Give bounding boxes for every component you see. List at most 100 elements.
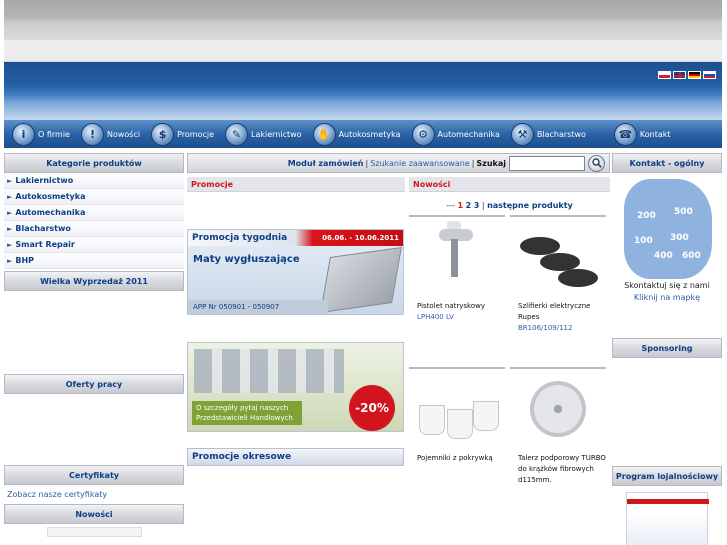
spray-gun-image	[409, 219, 505, 293]
disc-shape	[530, 381, 586, 437]
main-content: Moduł zamówień | Szukanie zaawansowane |…	[187, 153, 610, 545]
regions-map[interactable]: 200 500 100 300 400 600 Skontaktuj się z…	[612, 173, 722, 303]
product-title: Szlifierki elektryczne Rupes	[518, 302, 591, 321]
discount-badge: -20%	[349, 385, 395, 431]
loyalty-brochure-image[interactable]	[626, 492, 709, 545]
promotions-header: Promocje	[187, 177, 405, 192]
contact-header: Kontakt - ogólny	[612, 153, 722, 173]
jobs-header[interactable]: Oferty pracy	[4, 374, 184, 394]
region-label[interactable]: 200	[637, 211, 656, 221]
region-label[interactable]: 300	[670, 233, 689, 243]
hand-icon: ✋	[312, 122, 336, 146]
category-item-bhp[interactable]: ► BHP	[4, 253, 184, 269]
search-input[interactable]	[509, 155, 585, 171]
nav-item-promocje[interactable]: $ Promocje	[151, 120, 214, 148]
category-item-blacharstwo[interactable]: ► Blacharstwo	[4, 221, 184, 237]
mat-product-image	[320, 246, 402, 314]
product-card[interactable]: Szlifierki elektryczne Rupes BR106/109/1…	[510, 215, 606, 367]
page-link-3[interactable]: 3	[474, 201, 480, 210]
week-promo-code: APP Nr 050901 - 050907	[188, 300, 328, 314]
nav-label: Lakiernictwo	[251, 129, 302, 139]
language-flags	[658, 71, 716, 79]
week-promo-banner[interactable]: Promocja tygodnia 06.06. - 10.06.2011 Ma…	[187, 229, 404, 315]
machines-image	[194, 349, 344, 393]
top-bar	[4, 0, 722, 40]
product-card[interactable]: Pojemniki z pokrywką	[409, 367, 505, 519]
nav-label: Kontakt	[639, 129, 671, 139]
phone-icon: ☎	[613, 122, 637, 146]
spray-icon: ✎	[225, 122, 248, 146]
info-icon: i	[12, 122, 35, 146]
sanders-image	[510, 219, 606, 293]
news-pager: --- 1 2 3 | następne produkty	[409, 201, 610, 215]
search-button[interactable]	[588, 154, 605, 172]
page-link-1[interactable]: 1	[457, 201, 463, 210]
week-promo-dates: 06.06. - 10.06.2011	[322, 234, 399, 242]
category-label: Autokosmetyka	[15, 192, 86, 201]
news-section-header: Nowości	[409, 177, 610, 192]
flag-ru-icon[interactable]	[703, 71, 716, 79]
flag-en-icon[interactable]	[673, 71, 686, 79]
product-code[interactable]: LPH400 LV	[409, 312, 505, 323]
sale-header[interactable]: Wielka Wyprzedaż 2011	[4, 271, 184, 291]
week-promo-head: Promocja tygodnia 06.06. - 10.06.2011	[188, 230, 403, 246]
backing-pad-image	[510, 371, 606, 445]
nav-item-nowosci[interactable]: ! Nowości	[80, 120, 140, 148]
pager-prefix: ---	[446, 201, 455, 210]
arrow-right-icon: ►	[7, 256, 13, 265]
arrow-right-icon: ►	[7, 240, 13, 249]
category-label: Blacharstwo	[15, 224, 71, 233]
nav-item-kontakt[interactable]: ☎ Kontakt	[613, 120, 671, 148]
nav-item-automechanika[interactable]: ⚙ Automechanika	[411, 120, 500, 148]
flag-de-icon[interactable]	[688, 71, 701, 79]
nav-item-autokosmetyka[interactable]: ✋ Autokosmetyka	[312, 120, 401, 148]
categories-header: Kategorie produktów	[4, 153, 184, 173]
certificates-link[interactable]: Zobacz nasze certyfikaty	[4, 485, 184, 504]
page-link-2[interactable]: 2	[466, 201, 472, 210]
right-sidebar: Kontakt - ogólny 200 500 100 300 400 600…	[612, 153, 722, 545]
order-module-link[interactable]: Moduł zamówień	[288, 159, 364, 168]
product-card[interactable]: Talerz podporowy TURBO do krążków fibrow…	[510, 367, 606, 519]
loyalty-header[interactable]: Program lojalnościowy	[612, 466, 722, 486]
product-code[interactable]: BR106/109/112	[510, 323, 606, 334]
category-item-autokosmetyka[interactable]: ► Autokosmetyka	[4, 189, 184, 205]
advanced-search-link[interactable]: Szukanie zaawansowane	[370, 159, 470, 168]
nav-item-blacharstwo[interactable]: ⚒ Blacharstwo	[510, 120, 586, 148]
region-label[interactable]: 500	[674, 207, 693, 217]
region-label[interactable]: 400	[654, 251, 673, 261]
category-label: Smart Repair	[15, 240, 75, 249]
nav-label: Blacharstwo	[536, 129, 586, 139]
product-title: Talerz podporowy TURBO do krążków fibrow…	[518, 454, 606, 484]
next-products-link[interactable]: następne produkty	[487, 201, 573, 210]
category-label: Lakiernictwo	[15, 176, 74, 185]
news-column: --- 1 2 3 | następne produkty Pistolet n…	[409, 201, 610, 519]
contact-link[interactable]: Kliknij na mapkę	[612, 292, 722, 304]
wrench-icon: ⚙	[411, 122, 435, 146]
separator: |	[471, 158, 475, 168]
nav-item-o-firmie[interactable]: i O firmie	[12, 120, 70, 148]
top-strip	[4, 40, 722, 62]
nav-item-lakiernictwo[interactable]: ✎ Lakiernictwo	[225, 120, 302, 148]
periodic-promotions-header[interactable]: Promocje okresowe	[187, 448, 404, 466]
discount-promo-banner[interactable]: O szczegóły pytaj naszych Przedstawiciel…	[187, 342, 404, 432]
header-banner	[4, 62, 722, 120]
search-label: Szukaj	[476, 158, 506, 168]
main-nav: i O firmie ! Nowości $ Promocje ✎ Lakier…	[4, 120, 722, 148]
region-label[interactable]: 100	[634, 236, 653, 246]
nav-label: O firmie	[38, 129, 70, 139]
cup-shape	[447, 409, 473, 439]
category-item-automechanika[interactable]: ► Automechanika	[4, 205, 184, 221]
product-card[interactable]: Pistolet natryskowy LPH400 LV	[409, 215, 505, 367]
region-label[interactable]: 600	[682, 251, 701, 261]
dollar-icon: $	[151, 122, 175, 146]
sponsoring-header[interactable]: Sponsoring	[612, 338, 722, 358]
flag-pl-icon[interactable]	[658, 71, 671, 79]
news-thumbnail[interactable]	[46, 527, 142, 537]
news-header: Nowości	[4, 504, 184, 524]
contact-text: Skontaktuj się z nami	[624, 281, 710, 290]
category-item-lakiernictwo[interactable]: ► Lakiernictwo	[4, 173, 184, 189]
category-item-smart-repair[interactable]: ► Smart Repair	[4, 237, 184, 253]
product-title: Pojemniki z pokrywką	[417, 454, 493, 462]
nav-label: Autokosmetyka	[338, 129, 401, 139]
discount-text: O szczegóły pytaj naszych Przedstawiciel…	[192, 401, 302, 425]
